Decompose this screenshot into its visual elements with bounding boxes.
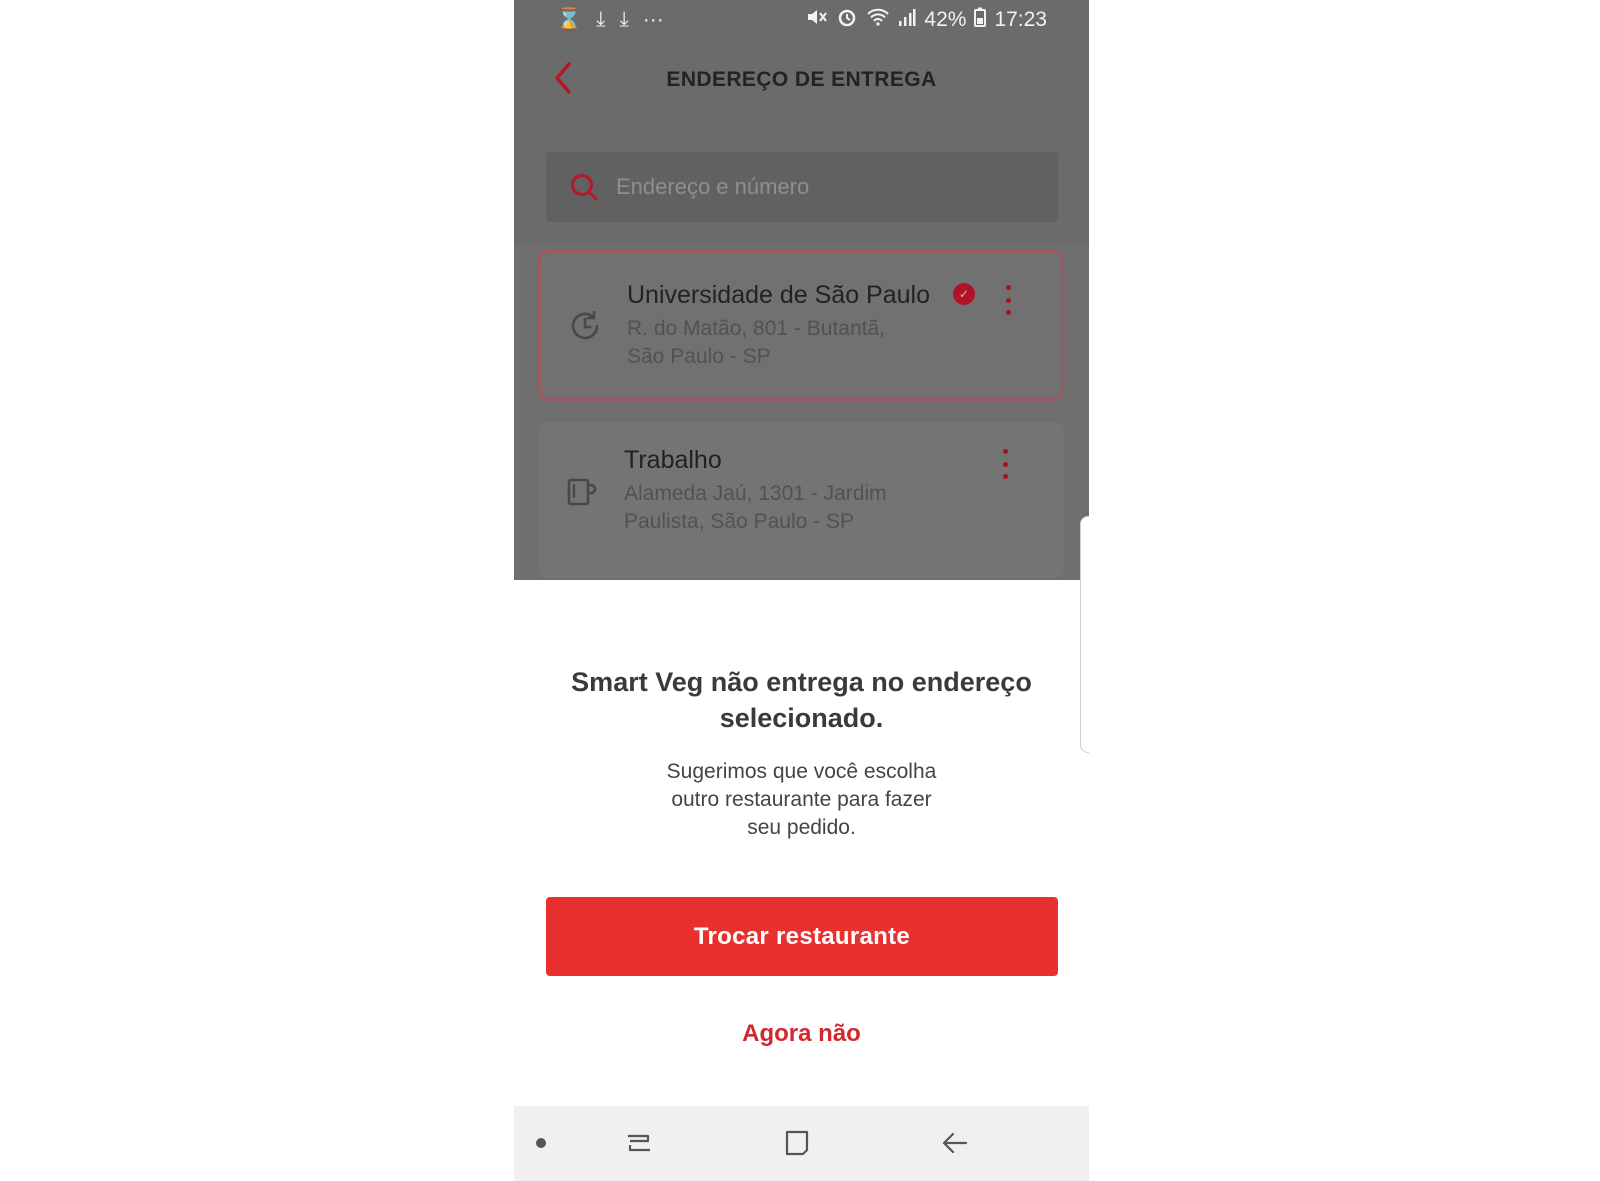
download-icon: ⤓: [596, 8, 606, 31]
phone-screen: ⌛ ⤓ ⤓ ··· 42% 17:23 ENDEREÇO DE ENTREGA …: [514, 0, 1089, 1181]
more-vertical-icon[interactable]: [998, 285, 1018, 315]
address-title: Trabalho: [624, 446, 722, 474]
home-icon[interactable]: [780, 1126, 814, 1160]
coffee-cup-icon: [567, 478, 597, 506]
battery-icon: [974, 7, 987, 33]
sheet-message-line: Sugerimos que você escolha: [666, 760, 937, 783]
sheet-message-line: outro restaurante para fazer: [671, 788, 932, 811]
sheet-message: Sugerimos que você escolha outro restaur…: [634, 758, 969, 842]
status-left-icons: ⌛ ⤓ ⤓ ···: [556, 8, 664, 32]
change-restaurant-button[interactable]: Trocar restaurante: [546, 897, 1058, 976]
sheet-title-line: Smart Veg não entrega no endereço: [571, 667, 1032, 697]
address-line: Paulista, São Paulo - SP: [624, 510, 854, 533]
address-card[interactable]: Trabalho Alameda Jaú, 1301 - Jardim Paul…: [538, 422, 1064, 578]
address-title: Universidade de São Paulo: [627, 281, 930, 309]
sheet-title-line: selecionado.: [719, 703, 884, 733]
sheet-title: Smart Veg não entrega no endereço seleci…: [534, 664, 1069, 736]
status-bar: ⌛ ⤓ ⤓ ··· 42% 17:23: [514, 0, 1089, 40]
signal-icon: [898, 7, 916, 33]
mute-icon: [806, 7, 828, 33]
page-title: ENDEREÇO DE ENTREGA: [666, 68, 937, 91]
dot-icon[interactable]: [536, 1138, 546, 1148]
back-arrow-icon[interactable]: [938, 1126, 972, 1160]
wifi-icon: [866, 7, 890, 33]
more-icon: ···: [642, 8, 664, 31]
edge-panel-handle[interactable]: [1080, 516, 1089, 753]
address-line: São Paulo - SP: [627, 345, 771, 368]
address-card-selected[interactable]: Universidade de São Paulo ✓ R. do Matão,…: [538, 250, 1064, 401]
search-input[interactable]: [616, 152, 1036, 222]
clock-time: 17:23: [994, 8, 1047, 31]
app-bar: ENDEREÇO DE ENTREGA: [514, 44, 1089, 124]
search-icon: [571, 174, 598, 201]
address-line: R. do Matão, 801 - Butantã,: [627, 317, 885, 340]
address-line: Alameda Jaú, 1301 - Jardim: [624, 482, 887, 505]
system-nav-bar: [514, 1106, 1089, 1181]
history-icon: [571, 310, 599, 340]
not-now-button[interactable]: Agora não: [514, 1020, 1089, 1048]
download-icon: ⤓: [619, 8, 629, 31]
delivery-unavailable-sheet: Smart Veg não entrega no endereço seleci…: [514, 580, 1089, 1105]
checkmark-icon: ✓: [953, 283, 975, 305]
battery-percent: 42%: [924, 8, 967, 31]
recent-apps-icon[interactable]: [622, 1126, 656, 1160]
more-vertical-icon[interactable]: [995, 449, 1015, 479]
alarm-icon: [836, 6, 858, 34]
sheet-message-line: seu pedido.: [747, 816, 856, 839]
status-right: 42% 17:23: [806, 6, 1047, 34]
search-box[interactable]: [546, 152, 1058, 222]
hourglass-icon: ⌛: [556, 8, 583, 31]
